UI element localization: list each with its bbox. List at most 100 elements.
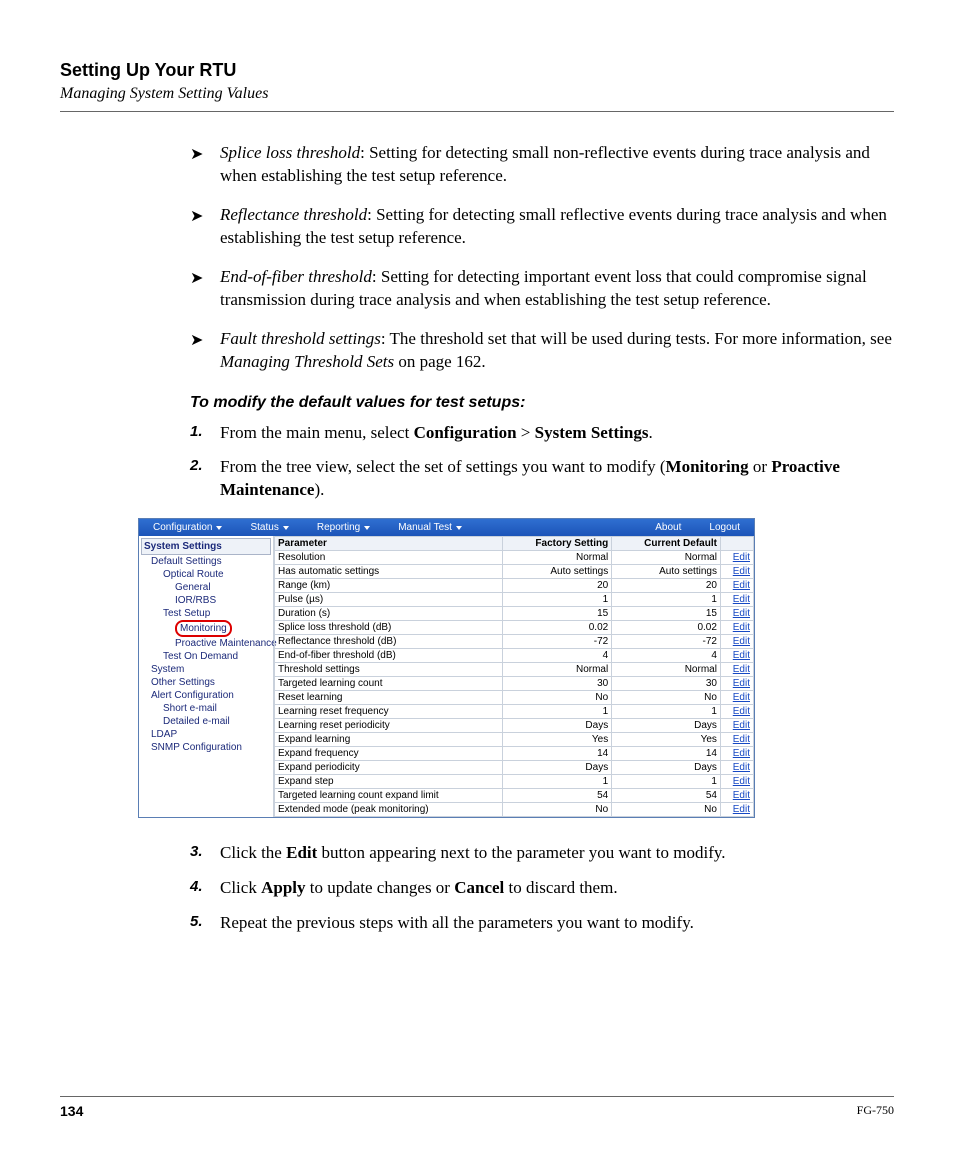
step-item: 2.From the tree view, select the set of … <box>190 456 894 502</box>
col-factory: Factory Setting <box>503 537 612 551</box>
edit-link[interactable]: Edit <box>733 720 750 731</box>
table-row: Expand periodicityDaysDaysEdit <box>275 761 754 775</box>
steps-bottom: 3.Click the Edit button appearing next t… <box>190 842 894 935</box>
tree-node[interactable]: IOR/RBS <box>141 594 271 607</box>
arrow-icon: ➤ <box>190 206 203 228</box>
cell-current: No <box>612 803 721 817</box>
tree-node[interactable]: Proactive Maintenance <box>141 637 271 650</box>
menu-status[interactable]: Status <box>236 522 302 533</box>
tree-node[interactable]: Alert Configuration <box>141 689 271 702</box>
doc-id: FG-750 <box>857 1103 894 1119</box>
menu-about[interactable]: About <box>641 522 695 533</box>
cell-param: Reset learning <box>275 691 503 705</box>
tree-node[interactable]: Monitoring <box>141 620 271 637</box>
edit-link[interactable]: Edit <box>733 636 750 647</box>
table-row: Splice loss threshold (dB)0.020.02Edit <box>275 621 754 635</box>
cell-current: Auto settings <box>612 565 721 579</box>
bullet-list: ➤Splice loss threshold: Setting for dete… <box>190 142 894 374</box>
cell-current: Normal <box>612 663 721 677</box>
tree-node[interactable]: Test On Demand <box>141 650 271 663</box>
edit-link[interactable]: Edit <box>733 790 750 801</box>
table-row: Learning reset frequency11Edit <box>275 705 754 719</box>
settings-grid: Parameter Factory Setting Current Defaul… <box>274 536 754 817</box>
chevron-down-icon <box>456 526 462 530</box>
table-row: Duration (s)1515Edit <box>275 607 754 621</box>
tree-node[interactable]: General <box>141 581 271 594</box>
edit-link[interactable]: Edit <box>733 706 750 717</box>
cell-param: Targeted learning count expand limit <box>275 789 503 803</box>
table-row: Reflectance threshold (dB)-72-72Edit <box>275 635 754 649</box>
cell-param: Threshold settings <box>275 663 503 677</box>
edit-link[interactable]: Edit <box>733 664 750 675</box>
edit-link[interactable]: Edit <box>733 762 750 773</box>
table-row: End-of-fiber threshold (dB)44Edit <box>275 649 754 663</box>
tree-node[interactable]: Short e-mail <box>141 702 271 715</box>
edit-link[interactable]: Edit <box>733 734 750 745</box>
menu-manual-test[interactable]: Manual Test <box>384 522 476 533</box>
table-row: Learning reset periodicityDaysDaysEdit <box>275 719 754 733</box>
section-subtitle: Managing System Setting Values <box>60 85 894 103</box>
bullet-item: ➤End-of-fiber threshold: Setting for det… <box>190 266 894 312</box>
edit-link[interactable]: Edit <box>733 608 750 619</box>
cell-current: 1 <box>612 705 721 719</box>
edit-link[interactable]: Edit <box>733 650 750 661</box>
bullet-item: ➤Reflectance threshold: Setting for dete… <box>190 204 894 250</box>
menu-logout[interactable]: Logout <box>695 522 754 533</box>
cell-param: Splice loss threshold (dB) <box>275 621 503 635</box>
cell-factory: Normal <box>503 663 612 677</box>
menu-reporting[interactable]: Reporting <box>303 522 384 533</box>
edit-link[interactable]: Edit <box>733 776 750 787</box>
cell-factory: No <box>503 803 612 817</box>
chevron-down-icon <box>364 526 370 530</box>
edit-link[interactable]: Edit <box>733 594 750 605</box>
cell-factory: 15 <box>503 607 612 621</box>
cell-param: Expand learning <box>275 733 503 747</box>
tree-node[interactable]: Optical Route <box>141 568 271 581</box>
cell-param: Range (km) <box>275 579 503 593</box>
bullet-item: ➤Splice loss threshold: Setting for dete… <box>190 142 894 188</box>
cell-factory: Auto settings <box>503 565 612 579</box>
edit-link[interactable]: Edit <box>733 678 750 689</box>
cell-current: No <box>612 691 721 705</box>
tree-node[interactable]: Detailed e-mail <box>141 715 271 728</box>
tree-node[interactable]: Other Settings <box>141 676 271 689</box>
table-row: Targeted learning count3030Edit <box>275 677 754 691</box>
tree-node[interactable]: SNMP Configuration <box>141 741 271 754</box>
edit-link[interactable]: Edit <box>733 692 750 703</box>
table-row: Has automatic settingsAuto settingsAuto … <box>275 565 754 579</box>
table-row: Pulse (µs)11Edit <box>275 593 754 607</box>
edit-link[interactable]: Edit <box>733 552 750 563</box>
tree-node[interactable]: Default Settings <box>141 555 271 568</box>
cell-current: 20 <box>612 579 721 593</box>
step-item: 1.From the main menu, select Configurati… <box>190 422 894 445</box>
tree-node[interactable]: System <box>141 663 271 676</box>
arrow-icon: ➤ <box>190 144 203 166</box>
cell-param: Expand step <box>275 775 503 789</box>
tree-root[interactable]: System Settings <box>141 538 271 555</box>
header-rule <box>60 111 894 112</box>
cell-param: Learning reset periodicity <box>275 719 503 733</box>
edit-link[interactable]: Edit <box>733 622 750 633</box>
menu-configuration[interactable]: Configuration <box>139 522 236 533</box>
app-screenshot: Configuration Status Reporting Manual Te… <box>138 518 755 818</box>
edit-link[interactable]: Edit <box>733 748 750 759</box>
cell-factory: 1 <box>503 705 612 719</box>
cell-current: 1 <box>612 593 721 607</box>
edit-link[interactable]: Edit <box>733 566 750 577</box>
arrow-icon: ➤ <box>190 330 203 352</box>
tree-node[interactable]: Test Setup <box>141 607 271 620</box>
cell-current: 1 <box>612 775 721 789</box>
edit-link[interactable]: Edit <box>733 580 750 591</box>
step-item: 3.Click the Edit button appearing next t… <box>190 842 894 865</box>
page-footer: 134 FG-750 <box>60 1096 894 1119</box>
cell-factory: Days <box>503 761 612 775</box>
edit-link[interactable]: Edit <box>733 804 750 815</box>
procedure-heading: To modify the default values for test se… <box>190 394 894 412</box>
col-parameter: Parameter <box>275 537 503 551</box>
tree-node[interactable]: LDAP <box>141 728 271 741</box>
cell-factory: 1 <box>503 775 612 789</box>
cell-factory: 1 <box>503 593 612 607</box>
cell-param: Learning reset frequency <box>275 705 503 719</box>
arrow-icon: ➤ <box>190 268 203 290</box>
table-row: Expand frequency1414Edit <box>275 747 754 761</box>
